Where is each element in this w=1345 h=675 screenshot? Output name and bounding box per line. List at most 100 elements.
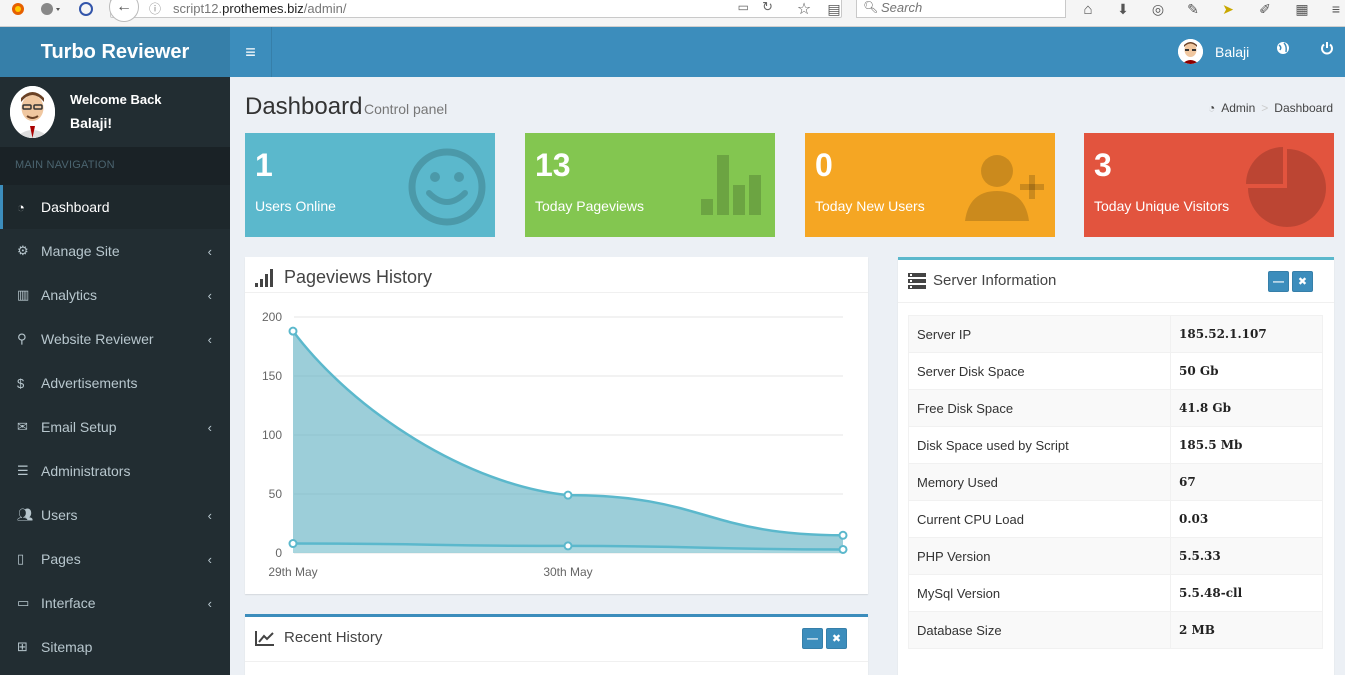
close-button[interactable]: ✖ [1292, 271, 1313, 292]
breadcrumb-admin[interactable]: Admin [1221, 101, 1255, 115]
row-label: Disk Space used by Script [909, 427, 1171, 464]
reading-list-icon[interactable]: ▤ [824, 0, 844, 18]
breadcrumb: ◔ Admin > Dashboard [1208, 101, 1333, 115]
table-row: Server Disk Space50 Gb [909, 353, 1323, 390]
sidebar-toggle-button[interactable]: ≡ [230, 27, 272, 77]
y-tick-label: 150 [262, 369, 282, 383]
page-subtitle: Control panel [364, 101, 447, 117]
sidebar-item-interface[interactable]: ▭Interface‹ [0, 581, 230, 625]
home-icon[interactable]: ⌂ [1078, 0, 1098, 18]
row-label: Server Disk Space [909, 353, 1171, 390]
sidebar-item-sitemap[interactable]: ⊞Sitemap [0, 625, 230, 669]
user-menu[interactable]: Balaji [1178, 39, 1249, 64]
eyedropper-icon[interactable]: ✐ [1255, 0, 1275, 18]
data-point[interactable] [290, 328, 297, 335]
server-icon [908, 273, 926, 294]
tool-icon[interactable]: ✎ [1183, 0, 1203, 18]
row-label: Server IP [909, 316, 1171, 353]
chevron-left-icon: ‹ [208, 288, 212, 303]
stat-box-users-online: 1 Users Online [245, 133, 495, 237]
globe-menu-icon[interactable] [38, 0, 64, 18]
sidebar-item-website-reviewer[interactable]: ⚲Website Reviewer‹ [0, 317, 230, 361]
addon-icon[interactable] [78, 0, 94, 18]
url-text[interactable]: script12.prothemes.biz/admin/ [173, 1, 346, 16]
hamburger-menu-icon[interactable]: ≡ [1328, 0, 1344, 18]
table-row: Free Disk Space41.8 Gb [909, 390, 1323, 427]
url-bar[interactable]: ⓘ script12.prothemes.biz/admin/ ▭ ↻ [110, 0, 842, 18]
dashboard-icon: ◔ [17, 200, 41, 215]
power-icon[interactable] [1320, 41, 1334, 60]
sidebar-item-label: Dashboard [41, 199, 110, 215]
chevron-left-icon: ‹ [208, 596, 212, 611]
zoom-icon[interactable]: ◎ [1148, 0, 1168, 18]
data-point[interactable] [565, 542, 572, 549]
stat-label: Today Unique Visitors [1094, 198, 1229, 214]
desktop-icon: ▭ [17, 595, 41, 611]
sidebar-item-advertisements[interactable]: $Advertisements [0, 361, 230, 405]
x-tick-label: 29th May [268, 565, 317, 579]
chevron-left-icon: ‹ [208, 508, 212, 523]
collapse-button[interactable]: — [802, 628, 823, 649]
envelope-icon: ✉ [17, 419, 41, 435]
close-button[interactable]: ✖ [826, 628, 847, 649]
x-tick-label: 30th May [543, 565, 592, 579]
download-icon[interactable]: ⬇ [1113, 0, 1133, 18]
sidebar-item-email-setup[interactable]: ✉Email Setup ‹ [0, 405, 230, 449]
browser-search-input[interactable] [881, 0, 1061, 15]
pie-chart-icon [1246, 147, 1328, 234]
globe-icon[interactable] [1276, 41, 1290, 60]
app-logo[interactable]: Turbo Reviewer [0, 27, 230, 77]
avatar [1178, 39, 1203, 64]
table-row: PHP Version5.5.33 [909, 538, 1323, 575]
panel-title: Pageviews History [284, 267, 432, 288]
sidebar-item-label: Administrators [41, 463, 130, 479]
browser-search[interactable]: 🔍︎ [856, 0, 1066, 18]
data-point[interactable] [290, 540, 297, 547]
row-value: 5.5.33 [1171, 538, 1323, 575]
sidebar-item-label: Sitemap [41, 639, 92, 655]
sidebar-item-users[interactable]: 👥︎Users‹ [0, 493, 230, 537]
cursor-icon[interactable]: ➤ [1218, 0, 1238, 18]
row-label: Database Size [909, 612, 1171, 649]
breadcrumb-separator: > [1261, 101, 1268, 115]
table-row: MySql Version5.5.48-cll [909, 575, 1323, 612]
bar-chart-icon [701, 155, 765, 220]
sidebar-item-label: Users [41, 507, 78, 523]
dashboard-icon: ◔ [1208, 101, 1215, 115]
stat-box-today-unique-visitors: 3 Today Unique Visitors [1084, 133, 1334, 237]
pageviews-panel: Pageviews History 20015010050029th May30… [245, 257, 868, 594]
list-icon: ☰ [17, 463, 41, 479]
data-point[interactable] [840, 546, 847, 553]
sidebar-menu: ◔Dashboard ⚙Manage Site‹ ▥Analytics‹ ⚲We… [0, 185, 230, 669]
file-icon: ▯ [17, 551, 41, 567]
search-icon: 🔍︎ [863, 0, 878, 14]
back-button[interactable]: ← [109, 0, 139, 22]
row-value: 41.8 Gb [1171, 390, 1323, 427]
row-label: Current CPU Load [909, 501, 1171, 538]
sidebar-item-pages[interactable]: ▯Pages‹ [0, 537, 230, 581]
sidebar-item-analytics[interactable]: ▥Analytics‹ [0, 273, 230, 317]
chevron-left-icon: ‹ [208, 420, 212, 435]
firefox-icon[interactable] [10, 0, 26, 18]
info-icon[interactable]: ⓘ [149, 0, 161, 17]
reload-icon[interactable]: ↻ [762, 0, 773, 15]
sidebar-item-administrators[interactable]: ☰Administrators [0, 449, 230, 493]
panel-title: Recent History [284, 629, 382, 646]
pageviews-chart[interactable]: 20015010050029th May30th May [245, 294, 868, 594]
collapse-button[interactable]: — [1268, 271, 1289, 292]
row-label: PHP Version [909, 538, 1171, 575]
reader-view-icon[interactable]: ▭ [738, 0, 749, 14]
bookmark-star-icon[interactable]: ☆ [794, 0, 814, 18]
bars-icon: ≡ [245, 42, 256, 63]
data-point[interactable] [840, 532, 847, 539]
app-logo-text: Turbo Reviewer [41, 41, 190, 64]
data-point[interactable] [565, 492, 572, 499]
sidebar-item-label: Manage Site [41, 243, 120, 259]
sidebar-item-manage-site[interactable]: ⚙Manage Site‹ [0, 229, 230, 273]
sidebar-item-dashboard[interactable]: ◔Dashboard [0, 185, 230, 229]
extensions-icon[interactable]: ▦ [1292, 0, 1312, 18]
row-label: Free Disk Space [909, 390, 1171, 427]
y-tick-label: 100 [262, 428, 282, 442]
sidebar-item-label: Email Setup [41, 419, 116, 435]
user-panel: Welcome Back Balaji! [0, 77, 230, 147]
